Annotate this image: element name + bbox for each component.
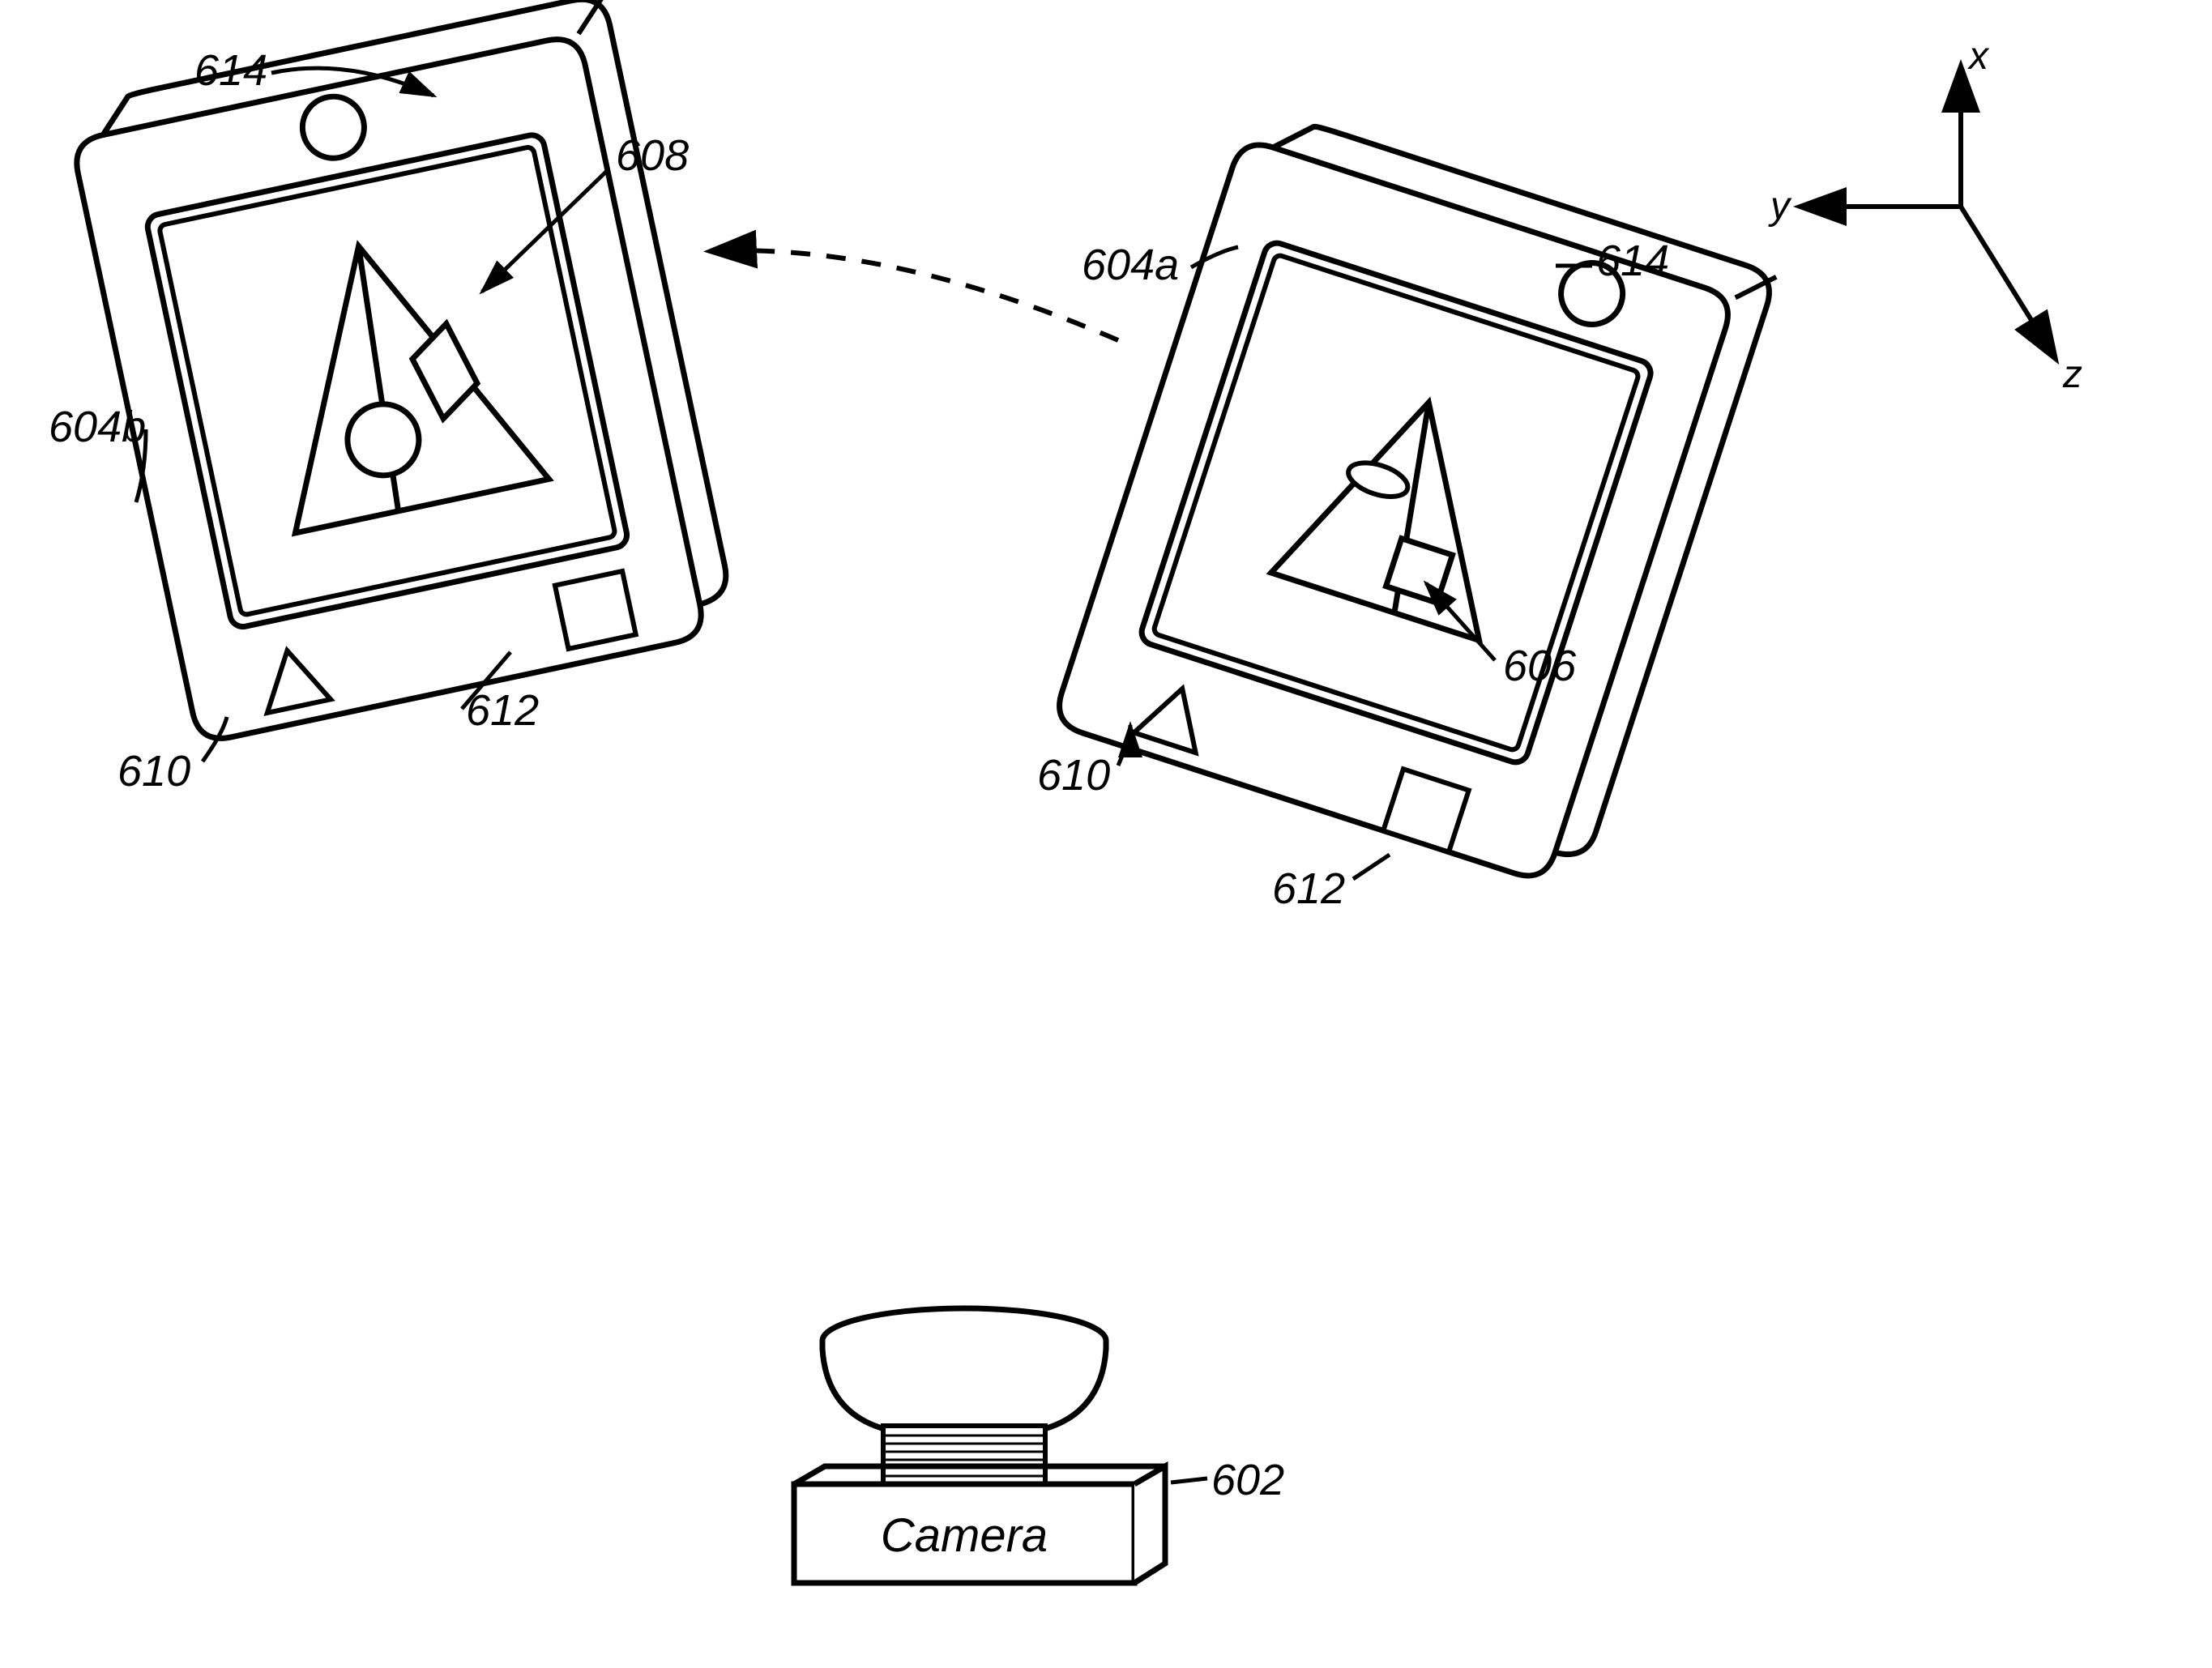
- ref-612b: 612: [1272, 864, 1345, 913]
- coordinate-axes: x y z: [1768, 35, 2082, 396]
- axis-z-label: z: [2062, 353, 2082, 396]
- camera-label: Camera: [881, 1509, 1048, 1562]
- axis-x-label: x: [1967, 35, 1990, 78]
- patent-figure: 614 608 604b 612 610 604a: [0, 0, 2212, 1668]
- ref-608: 608: [616, 131, 689, 180]
- device-left: [64, 0, 738, 744]
- square-button-left: [555, 571, 636, 649]
- ref-614b: 614: [1596, 237, 1669, 285]
- device-right: [1052, 105, 1777, 894]
- ref-614a: 614: [194, 46, 267, 95]
- ref-610b: 610: [1037, 751, 1110, 800]
- ref-602: 602: [1211, 1456, 1284, 1504]
- ref-604b: 604b: [49, 403, 146, 451]
- motion-arrow: [713, 250, 1118, 340]
- camera-icon: Camera: [794, 1308, 1165, 1583]
- ref-610a: 610: [117, 747, 190, 796]
- ref-606: 606: [1503, 642, 1577, 690]
- axis-y-label: y: [1768, 185, 1792, 228]
- ref-604a: 604a: [1082, 241, 1179, 289]
